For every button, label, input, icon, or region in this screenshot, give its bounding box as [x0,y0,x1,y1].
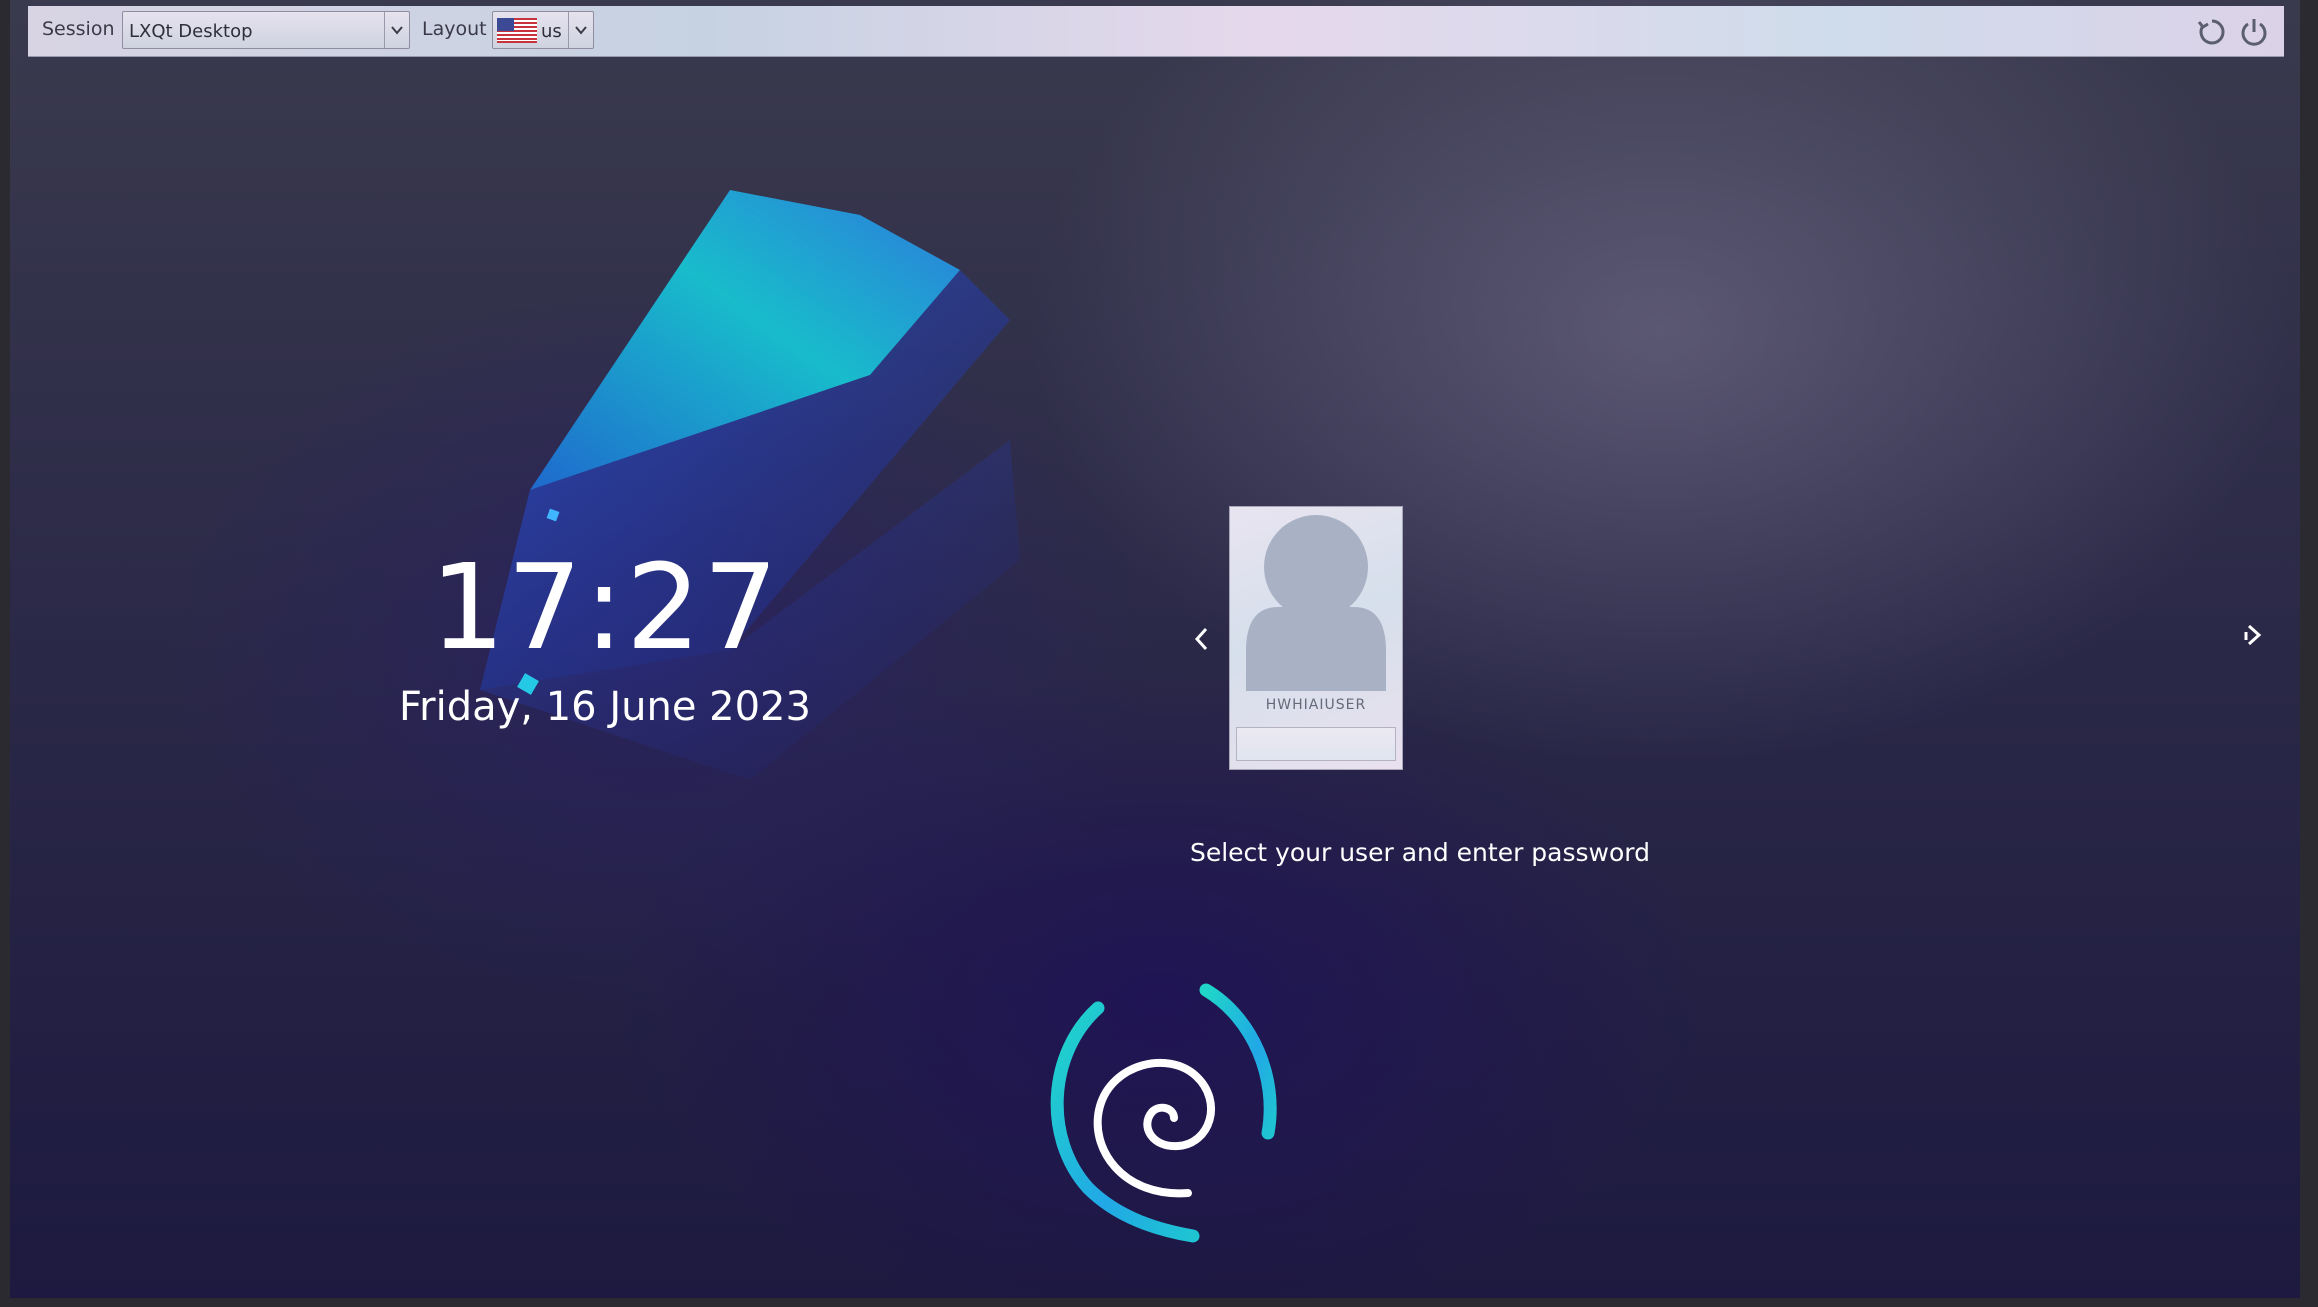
next-user-icon[interactable] [2243,620,2267,650]
us-flag-icon [497,18,537,43]
avatar [1246,515,1386,691]
chevron-down-icon [568,12,593,48]
session-label: Session [42,18,115,40]
layout-value: us [541,21,562,42]
login-screen: Session LXQt Desktop Layout us 17:27 Fri… [10,0,2300,1298]
power-icon[interactable] [2238,16,2270,48]
chevron-down-icon [384,12,409,48]
login-prompt: Select your user and enter password [1189,838,1650,867]
password-input[interactable] [1236,727,1396,761]
debian-logo-icon [1050,983,1277,1243]
session-select[interactable]: LXQt Desktop [122,11,410,49]
layout-select[interactable]: us [492,11,594,49]
restart-icon[interactable] [2196,16,2228,48]
previous-user-icon[interactable] [1190,624,1212,654]
layout-label: Layout [422,18,487,40]
clock-date: Friday, 16 June 2023 [399,684,811,730]
user-card[interactable]: HWHIAIUSER [1229,506,1403,770]
top-bar: Session LXQt Desktop Layout us [28,6,2284,57]
username-label: HWHIAIUSER [1265,697,1367,713]
session-value: LXQt Desktop [129,21,253,42]
clock-time: 17:27 [429,538,781,676]
